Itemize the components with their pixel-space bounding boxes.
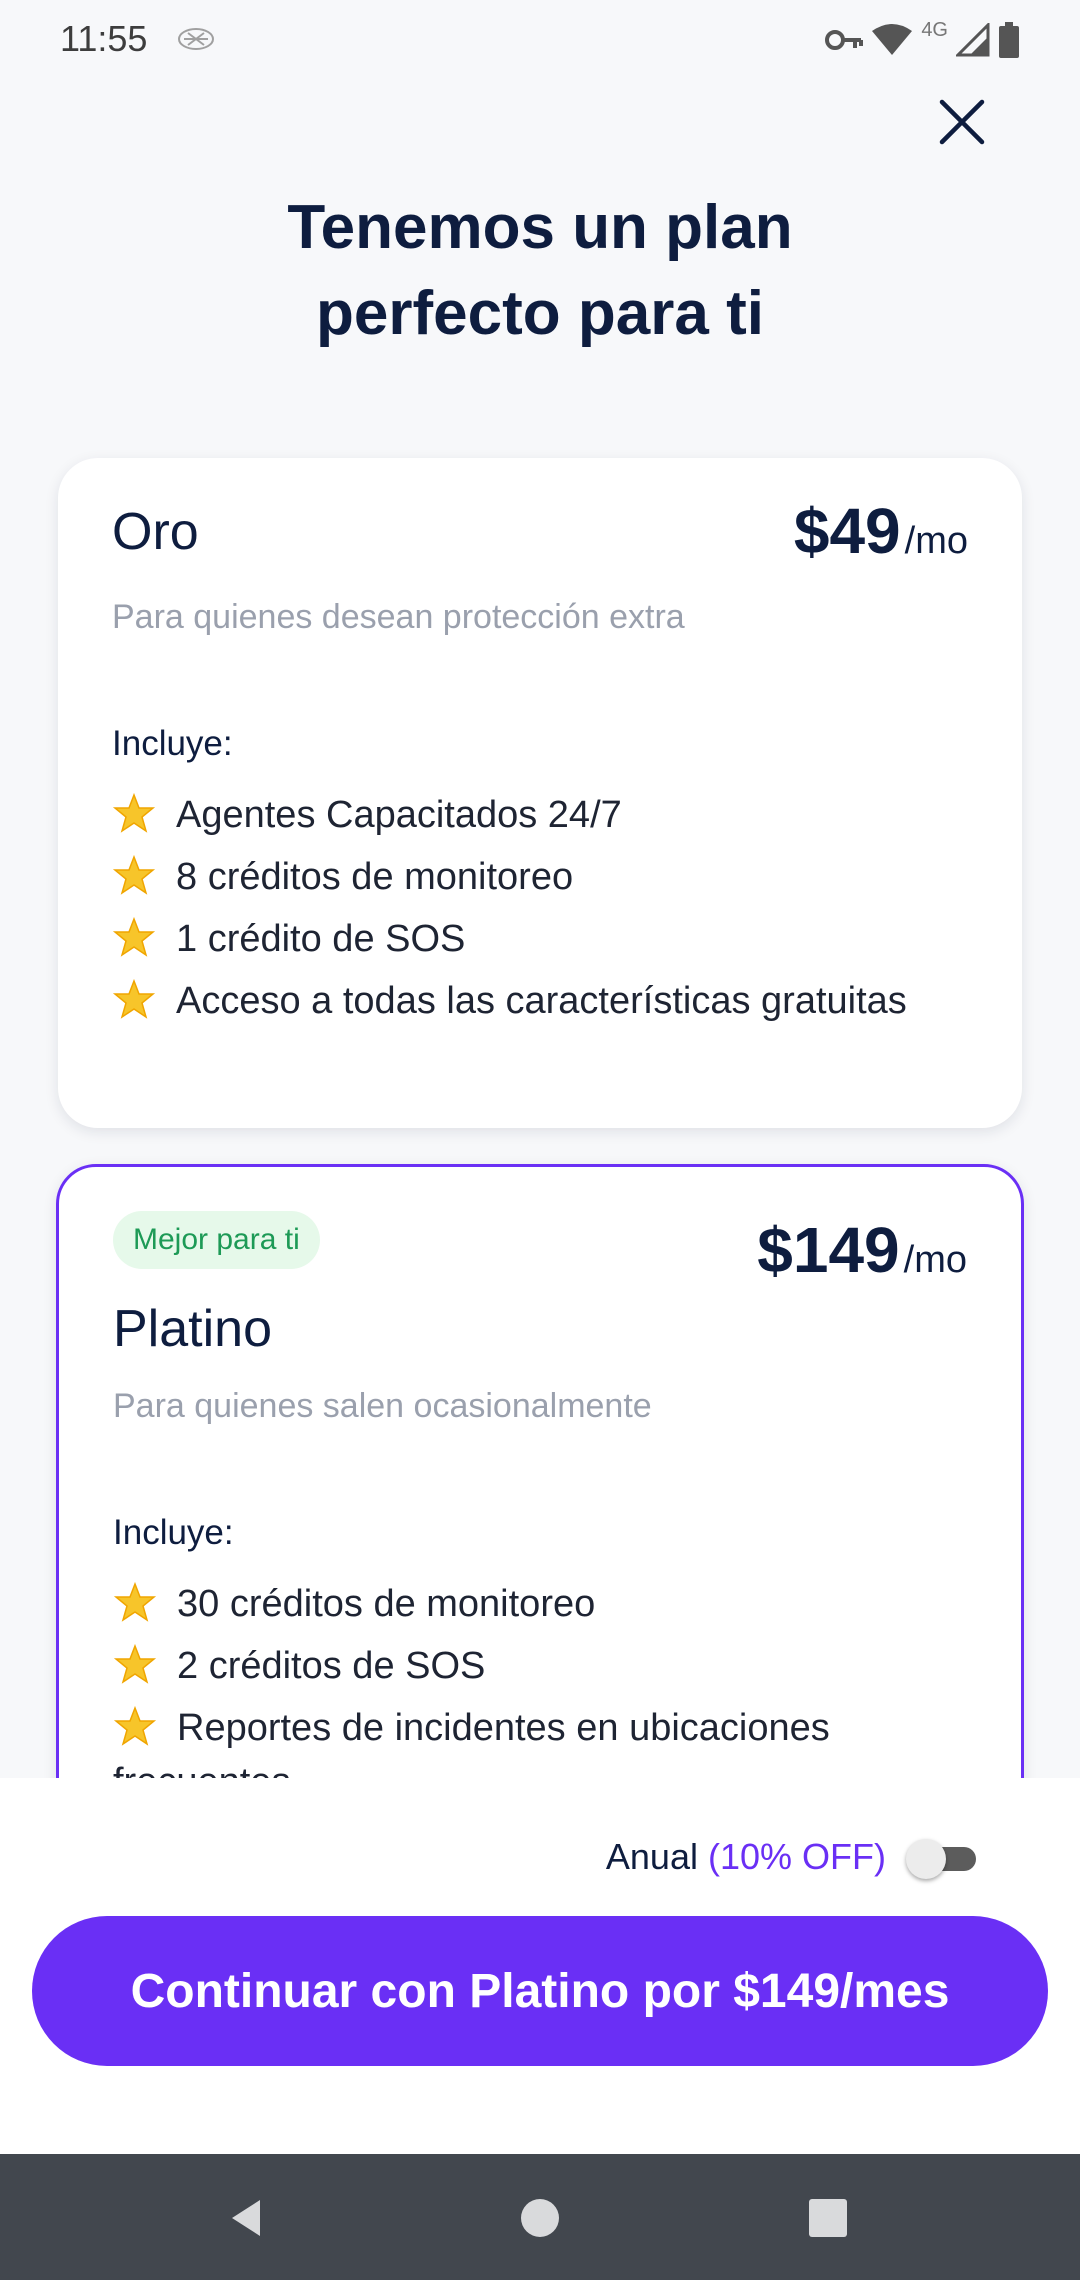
home-circle-icon <box>521 2199 559 2237</box>
cell-signal-icon <box>956 23 990 57</box>
star-icon <box>112 793 156 833</box>
feature-text: 1 crédito de SOS <box>176 918 466 960</box>
plan-card-oro[interactable]: Oro $49 /mo Para quienes desean protecci… <box>58 458 1022 1128</box>
includes-label: Incluye: <box>112 724 233 763</box>
recents-square-icon <box>809 2199 847 2237</box>
home-button[interactable] <box>516 2194 564 2242</box>
status-bar: 11:55 4G <box>0 0 1080 80</box>
feature-text: 8 créditos de monitoreo <box>176 856 574 898</box>
feature-text: Acceso a todas las características gratu… <box>176 980 907 1022</box>
bottom-panel: Anual (10% OFF) Continuar con Platino po… <box>0 1778 1080 2154</box>
annual-toggle[interactable] <box>906 1839 976 1879</box>
plan-description: Para quienes salen ocasionalmente <box>113 1387 652 1425</box>
plan-card-platino[interactable]: Mejor para ti $149 /mo Platino Para quie… <box>56 1164 1024 1778</box>
feature-list: Agentes Capacitados 24/7 8 créditos de m… <box>112 788 972 1036</box>
plan-price: $149 /mo <box>757 1213 967 1287</box>
feature-list: 30 créditos de monitoreo 2 créditos de S… <box>113 1577 973 1778</box>
recents-button[interactable] <box>804 2194 852 2242</box>
feature-item: 2 créditos de SOS <box>113 1639 973 1693</box>
system-nav-bar <box>0 2154 1080 2280</box>
toggle-knob <box>906 1839 946 1879</box>
plan-description: Para quienes desean protección extra <box>112 598 685 636</box>
close-icon <box>939 99 985 145</box>
vpn-key-icon <box>825 30 864 50</box>
feature-item: 30 créditos de monitoreo <box>113 1577 973 1631</box>
price-unit: /mo <box>903 1239 967 1281</box>
network-type: 4G <box>921 18 948 41</box>
page-title-line1: Tenemos un plan <box>287 193 793 262</box>
plan-name: Platino <box>113 1300 272 1358</box>
feature-item: 1 crédito de SOS <box>112 912 972 966</box>
feature-text: 2 créditos de SOS <box>177 1645 486 1687</box>
feature-text: 30 créditos de monitoreo <box>177 1583 596 1625</box>
feature-item: 8 créditos de monitoreo <box>112 850 972 904</box>
price-amount: $49 <box>793 495 901 567</box>
star-icon <box>112 979 156 1019</box>
star-icon <box>113 1706 157 1746</box>
plan-name: Oro <box>112 503 199 561</box>
price-unit: /mo <box>904 520 968 562</box>
feature-text: Agentes Capacitados 24/7 <box>176 794 622 836</box>
feature-item: Acceso a todas las características gratu… <box>112 974 972 1028</box>
includes-label: Incluye: <box>113 1513 234 1552</box>
wifi-icon <box>872 24 913 55</box>
star-icon <box>112 917 156 957</box>
back-triangle-icon <box>232 2200 260 2236</box>
feature-item: Reportes de incidentes en ubicaciones fr… <box>113 1701 973 1778</box>
close-button[interactable] <box>930 90 994 154</box>
annual-text: Anual (10% OFF) <box>606 1836 886 1878</box>
page-title-line2: perfecto para ti <box>316 279 764 348</box>
plans-list[interactable]: Oro $49 /mo Para quienes desean protecci… <box>0 450 1080 1778</box>
annual-billing-row: Anual (10% OFF) <box>606 1836 976 1879</box>
weather-glyph-icon <box>178 28 214 50</box>
best-for-you-badge: Mejor para ti <box>113 1211 320 1269</box>
page-title: Tenemos un plan perfecto para ti <box>0 185 1080 357</box>
plan-price: $49 /mo <box>794 494 968 568</box>
status-icons: 4G <box>825 18 1020 60</box>
battery-icon <box>999 22 1019 58</box>
star-icon <box>113 1582 157 1622</box>
annual-label: Anual <box>605 1836 698 1877</box>
status-time: 11:55 <box>60 18 148 59</box>
star-icon <box>112 855 156 895</box>
price-amount: $149 <box>757 1214 900 1286</box>
back-button[interactable] <box>224 2194 272 2242</box>
feature-text: Reportes de incidentes en ubicaciones fr… <box>113 1707 830 1778</box>
feature-item: Agentes Capacitados 24/7 <box>112 788 972 842</box>
continue-button[interactable]: Continuar con Platino por $149/mes <box>32 1916 1048 2066</box>
star-icon <box>113 1644 157 1684</box>
annual-discount: (10% OFF) <box>707 1836 886 1877</box>
